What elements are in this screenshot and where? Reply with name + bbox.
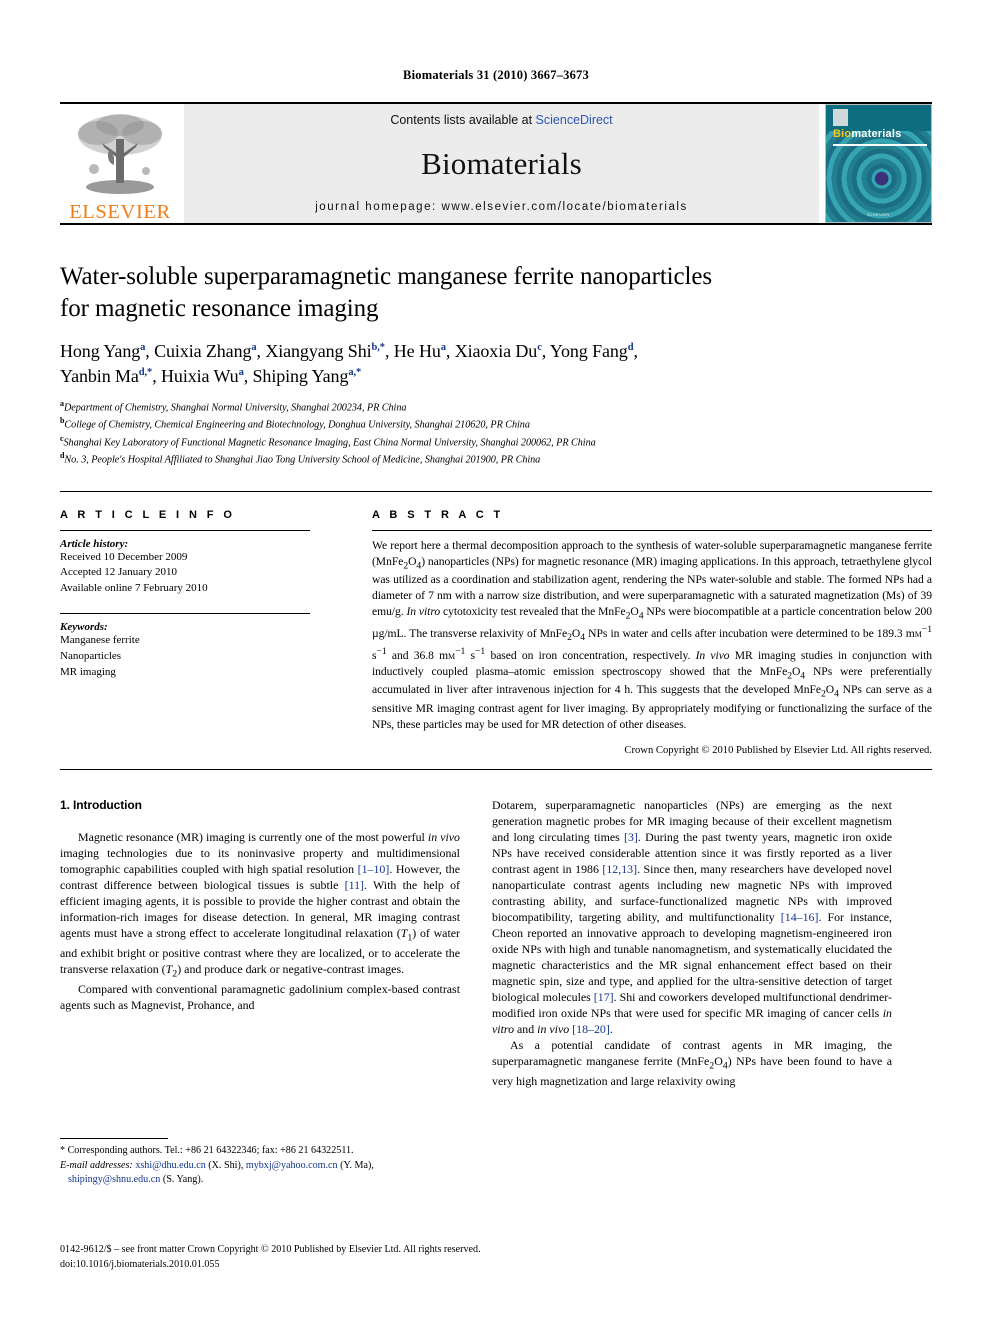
journal-header-band: ELSEVIER Contents lists available at Sci… — [60, 104, 932, 223]
body-column-right: Dotarem, superparamagnetic nanoparticles… — [492, 797, 892, 1089]
journal-center-band: Contents lists available at ScienceDirec… — [184, 104, 819, 223]
citation-link[interactable]: [14–16] — [781, 910, 819, 924]
cover-footer: ELSEVIER — [867, 212, 890, 217]
body-paragraph: Compared with conventional paramagnetic … — [60, 981, 460, 1012]
body-paragraph: As a potential candidate of contrast age… — [492, 1038, 892, 1088]
email-link[interactable]: shipingy@shnu.edu.cn — [68, 1174, 160, 1185]
contents-line: Contents lists available at ScienceDirec… — [390, 113, 612, 127]
elsevier-logo: ELSEVIER — [60, 104, 180, 223]
paper-page: Biomaterials 31 (2010) 3667–3673 ELSEVIE… — [0, 0, 992, 1323]
issn-line: 0142-9612/$ – see front matter Crown Cop… — [60, 1244, 481, 1255]
email-link[interactable]: xshi@dhu.edu.cn — [135, 1160, 205, 1171]
affiliation-item: bCollege of Chemistry, Chemical Engineer… — [60, 415, 932, 432]
footnote-block: * Corresponding authors. Tel.: +86 21 64… — [60, 1138, 460, 1188]
article-history-online: Available online 7 February 2010 — [60, 581, 208, 594]
article-info-rule — [60, 529, 310, 531]
affiliation-item: dNo. 3, People's Hospital Affiliated to … — [60, 450, 932, 467]
affiliation-item: cShanghai Key Laboratory of Functional M… — [60, 433, 932, 450]
abstract-column: A B S T R A C T We report here a thermal… — [372, 508, 932, 757]
body-paragraph: Magnetic resonance (MR) imaging is curre… — [60, 830, 461, 980]
page-title: Water-soluble superparamagnetic manganes… — [60, 261, 932, 324]
title-block: Water-soluble superparamagnetic manganes… — [60, 225, 932, 468]
journal-cover-thumbnail: Biomaterials ELSEVIER — [825, 104, 932, 223]
email-person: (S. Yang) — [162, 1174, 201, 1186]
affiliation-list: aDepartment of Chemistry, Shanghai Norma… — [60, 398, 932, 468]
affiliation-text: College of Chemistry, Chemical Engineeri… — [64, 419, 530, 431]
footnote-rule — [60, 1138, 168, 1139]
citation-link[interactable]: [1–10] — [358, 862, 390, 876]
sciencedirect-link[interactable]: ScienceDirect — [536, 113, 613, 127]
running-head: Biomaterials 31 (2010) 3667–3673 — [403, 68, 589, 82]
email-person: (X. Shi) — [208, 1159, 241, 1171]
author-affil-mark: a — [440, 342, 446, 353]
author-affil-mark: d,* — [138, 366, 153, 378]
affiliation-text: Shanghai Key Laboratory of Functional Ma… — [63, 437, 596, 449]
keywords-label: Keywords: — [60, 621, 108, 634]
citation-link[interactable]: [17] — [594, 990, 614, 1004]
doi-line: doi:10.1016/j.biomaterials.2010.01.055 — [60, 1258, 220, 1270]
author-affil-mark: a,* — [348, 366, 362, 378]
author-affil-mark: c — [537, 342, 542, 353]
body-column-left: 1. Introduction Magnetic resonance (MR) … — [60, 797, 460, 1089]
page-footer: 0142-9612/$ – see front matter Crown Cop… — [60, 1243, 932, 1272]
cover-elsevier-icon — [833, 109, 848, 126]
citation-link[interactable]: [3] — [624, 830, 638, 844]
info-abstract-columns: A R T I C L E I N F O Article history: R… — [60, 492, 932, 757]
article-history-accepted: Accepted 12 January 2010 — [60, 566, 177, 579]
contents-prefix: Contents lists available at — [390, 113, 536, 127]
title-line-1: Water-soluble superparamagnetic manganes… — [60, 263, 712, 290]
email-person: (Y. Ma) — [340, 1159, 372, 1171]
abstract-rule — [372, 529, 932, 531]
elsevier-tree-icon — [78, 114, 162, 194]
keyword-item: Manganese ferrite — [60, 634, 140, 647]
article-history-label: Article history: — [60, 537, 129, 550]
article-info-column: A R T I C L E I N F O Article history: R… — [60, 509, 310, 757]
abstract-copyright: Crown Copyright © 2010 Published by Else… — [624, 745, 932, 757]
body-paragraph: Dotarem, superparamagnetic nanoparticles… — [492, 798, 893, 1037]
keyword-item: MR imaging — [60, 665, 116, 678]
author-affil-mark: a — [140, 342, 146, 353]
citation-link[interactable]: [12,13] — [602, 862, 637, 876]
cover-underline — [833, 144, 927, 146]
cover-title-materials: materials — [851, 128, 902, 140]
author-affil-mark: a — [251, 342, 257, 353]
author-affil-mark: d — [627, 342, 634, 353]
corresponding-author-note: * Corresponding authors. Tel.: +86 21 64… — [60, 1145, 354, 1156]
citation-link[interactable]: [11] — [345, 878, 364, 892]
affiliation-item: aDepartment of Chemistry, Shanghai Norma… — [60, 398, 932, 415]
elsevier-wordmark: ELSEVIER — [69, 201, 171, 223]
journal-homepage[interactable]: journal homepage: www.elsevier.com/locat… — [315, 201, 688, 213]
abstract-heading: A B S T R A C T — [372, 508, 504, 521]
keyword-item: Nanoparticles — [60, 650, 122, 663]
abstract-text: We report here a thermal decomposition a… — [372, 538, 932, 732]
affiliation-text: Department of Chemistry, Shanghai Normal… — [63, 402, 407, 414]
journal-title: Biomaterials — [421, 146, 582, 181]
affiliation-text: No. 3, People's Hospital Affiliated to S… — [64, 454, 541, 466]
cover-title-bio: Bio — [833, 128, 852, 140]
keywords-block: Keywords: Manganese ferrite Nanoparticle… — [60, 613, 310, 680]
article-history-received: Received 10 December 2009 — [60, 550, 188, 563]
email-label: E-mail addresses: — [60, 1159, 133, 1171]
author-list: Hong Yanga, Cuixia Zhanga, Xiangyang Shi… — [60, 341, 638, 386]
keywords-rule — [60, 613, 310, 615]
article-info-heading: A R T I C L E I N F O — [60, 508, 236, 521]
citation-link[interactable]: [18–20] — [572, 1022, 610, 1036]
section-heading-introduction: 1. Introduction — [60, 798, 142, 813]
author-affil-mark: b,* — [371, 342, 386, 353]
article-body: 1. Introduction Magnetic resonance (MR) … — [60, 770, 932, 1089]
email-addresses-note: E-mail addresses: xshi@dhu.edu.cn (X. Sh… — [60, 1159, 374, 1186]
title-line-2: for magnetic resonance imaging — [60, 294, 379, 322]
email-link[interactable]: mybxj@yahoo.com.cn — [246, 1160, 338, 1171]
cover-title: Biomaterials — [833, 128, 901, 140]
author-affil-mark: a — [238, 366, 244, 378]
